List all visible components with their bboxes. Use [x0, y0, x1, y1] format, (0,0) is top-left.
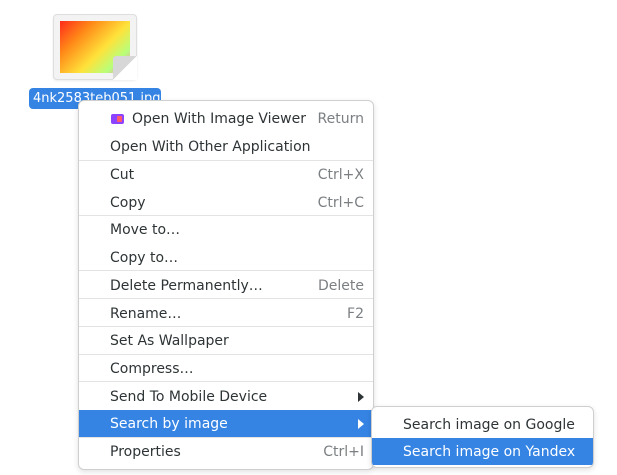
menu-separator [79, 270, 373, 271]
menu-item-search-by-image[interactable]: Search by image [79, 410, 373, 437]
menu-item-shortcut: Ctrl+X [317, 166, 364, 183]
menu-item-label: Open With Image Viewer [132, 110, 306, 127]
menu-item-delete-permanently[interactable]: Delete Permanently… Delete [79, 272, 373, 299]
menu-item-cut[interactable]: Cut Ctrl+X [79, 161, 373, 188]
menu-item-rename[interactable]: Rename… F2 [79, 300, 373, 327]
menu-item-label: Copy [110, 194, 146, 211]
submenu-item-search-google[interactable]: Search image on Google [372, 411, 593, 438]
file-fold-corner [113, 56, 137, 80]
menu-item-move-to[interactable]: Move to… [79, 216, 373, 243]
submenu-item-search-yandex[interactable]: Search image on Yandex [372, 438, 593, 465]
menu-item-label: Cut [110, 166, 135, 183]
menu-item-label: Properties [110, 443, 181, 460]
menu-item-properties[interactable]: Properties Ctrl+I [79, 438, 373, 465]
menu-item-compress[interactable]: Compress… [79, 355, 373, 382]
menu-item-label: Copy to… [110, 249, 179, 266]
submenu-item-label: Search image on Google [403, 416, 575, 433]
context-menu: Open With Image Viewer Return Open With … [78, 100, 374, 470]
menu-item-open-with-other-application[interactable]: Open With Other Application [79, 133, 373, 160]
menu-item-label: Search by image [110, 415, 228, 432]
menu-item-label: Compress… [110, 360, 194, 377]
menu-item-shortcut: Return [317, 110, 364, 127]
menu-item-send-to-mobile-device[interactable]: Send To Mobile Device [79, 383, 373, 410]
menu-item-label: Rename… [110, 305, 182, 322]
image-file-icon[interactable] [53, 14, 137, 80]
menu-item-copy[interactable]: Copy Ctrl+C [79, 189, 373, 216]
menu-separator [79, 381, 373, 382]
menu-item-label: Delete Permanently… [110, 277, 263, 294]
search-by-image-submenu: Search image on Google Search image on Y… [371, 406, 594, 468]
submenu-arrow-icon [358, 418, 364, 429]
menu-separator [79, 298, 373, 299]
menu-item-label: Move to… [110, 221, 181, 238]
menu-item-shortcut: Ctrl+I [323, 443, 364, 460]
menu-item-label: Set As Wallpaper [110, 332, 229, 349]
menu-item-shortcut: F2 [347, 305, 364, 322]
menu-item-set-as-wallpaper[interactable]: Set As Wallpaper [79, 327, 373, 354]
menu-item-label: Send To Mobile Device [110, 388, 268, 405]
menu-item-shortcut: Ctrl+C [317, 194, 364, 211]
submenu-item-label: Search image on Yandex [403, 443, 576, 460]
menu-item-label: Open With Other Application [110, 138, 311, 155]
menu-item-copy-to[interactable]: Copy to… [79, 244, 373, 271]
submenu-arrow-icon [358, 391, 364, 402]
menu-item-open-with-image-viewer[interactable]: Open With Image Viewer Return [79, 105, 373, 132]
menu-item-shortcut: Delete [318, 277, 364, 294]
image-viewer-app-icon [111, 114, 124, 124]
